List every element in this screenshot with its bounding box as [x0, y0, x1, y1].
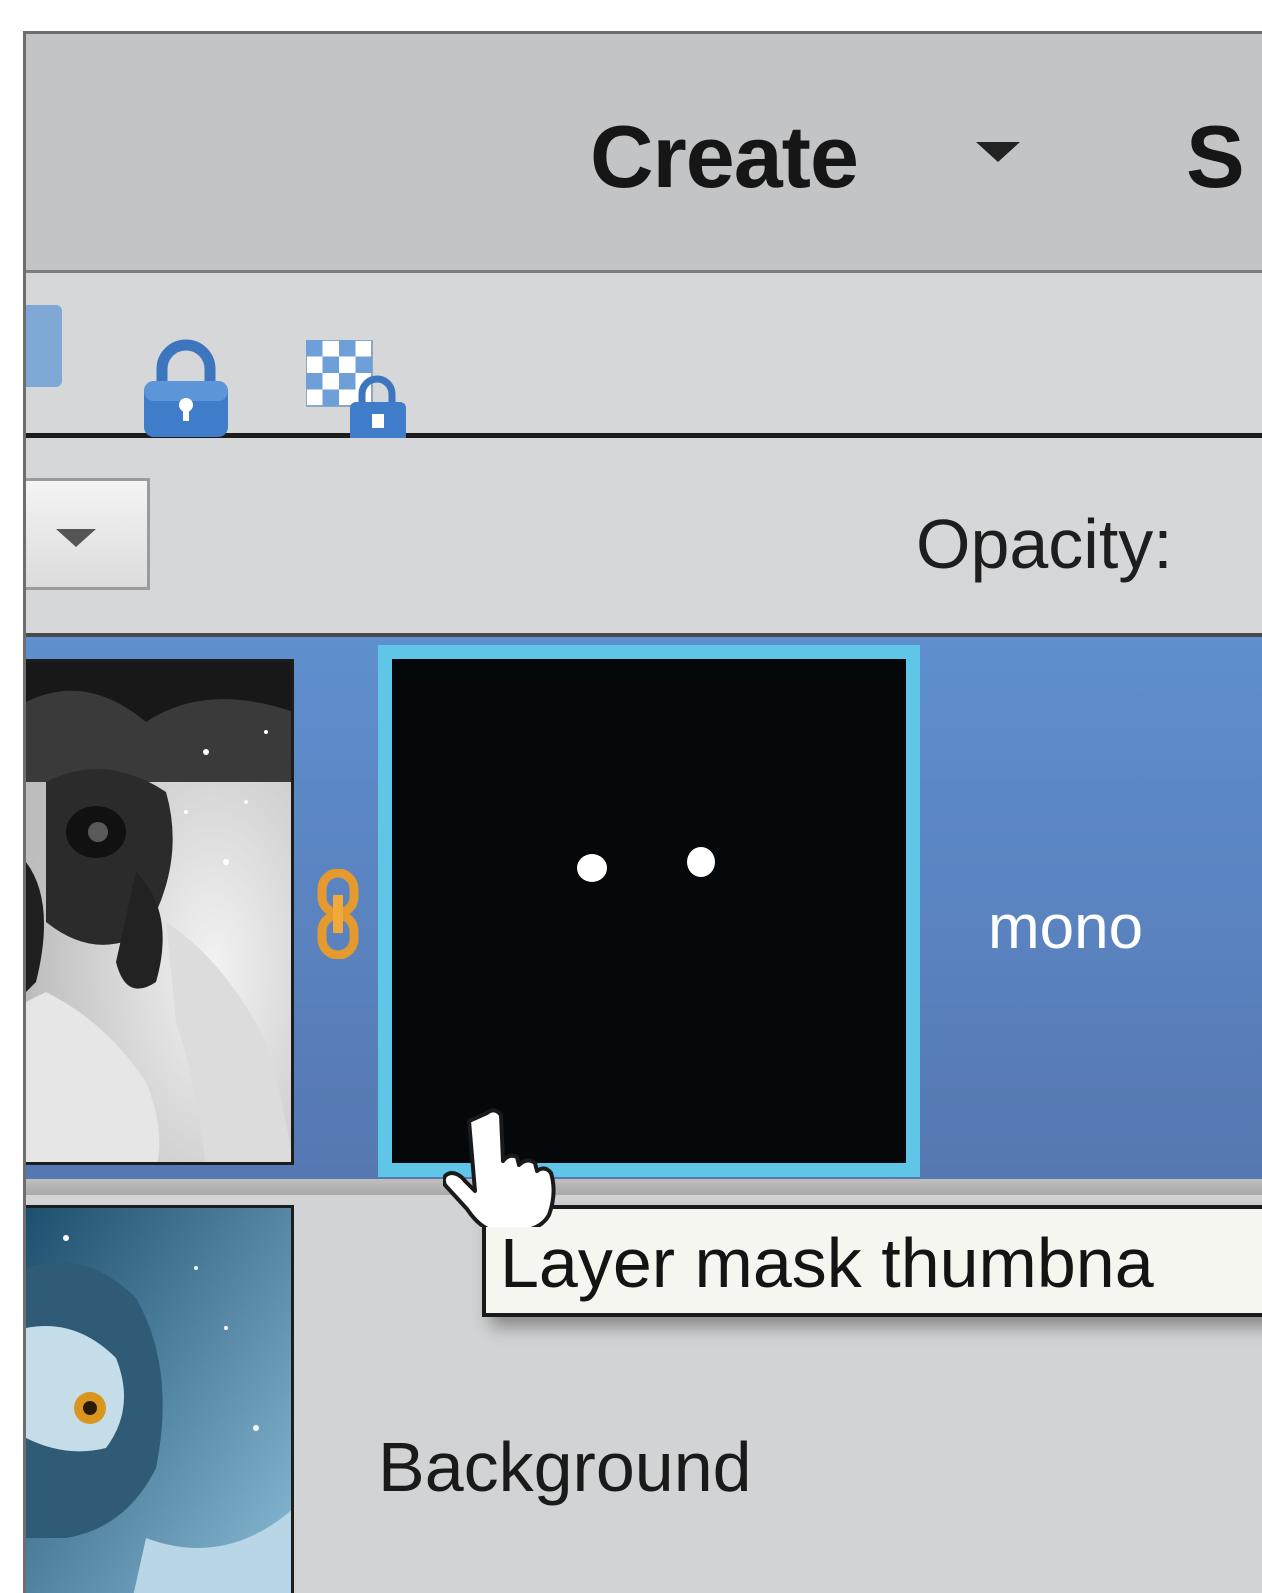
clipped-toolbar-icon[interactable] — [26, 305, 62, 387]
layer-mask-thumbnail[interactable] — [378, 645, 920, 1177]
layer-thumbnail-mono[interactable] — [26, 659, 294, 1165]
create-menu-label[interactable]: Create — [590, 106, 859, 208]
owl-image — [26, 1208, 291, 1593]
blend-mode-select[interactable] — [26, 478, 150, 590]
layer-row-mono[interactable]: mono — [26, 637, 1262, 1179]
mono-owl-image — [26, 662, 291, 1162]
tooltip: Layer mask thumbna — [482, 1205, 1262, 1317]
layer-name[interactable]: Background — [378, 1427, 752, 1507]
menu-bar: Create S — [26, 34, 1262, 273]
hand-cursor-icon — [443, 1108, 556, 1227]
layer-thumbnail-background[interactable] — [26, 1205, 294, 1593]
mask-dot — [577, 854, 607, 882]
mask-dot — [687, 847, 715, 877]
lock-transparency-icon[interactable] — [306, 340, 416, 444]
layer-divider — [26, 1179, 1262, 1195]
layers-panel: Create S Opacity: mono Background Layer … — [23, 31, 1262, 1593]
chevron-down-icon[interactable] — [56, 529, 96, 547]
opacity-label: Opacity: — [916, 505, 1173, 583]
next-menu-label[interactable]: S — [1186, 106, 1245, 208]
tooltip-text: Layer mask thumbna — [500, 1224, 1154, 1302]
lock-icon[interactable] — [140, 339, 232, 439]
link-chain-icon[interactable] — [316, 869, 360, 959]
create-dropdown-arrow-icon[interactable] — [976, 142, 1020, 162]
layer-toolbar — [26, 273, 1262, 442]
layer-name[interactable]: mono — [988, 892, 1143, 963]
blend-options-row: Opacity: — [26, 438, 1262, 637]
